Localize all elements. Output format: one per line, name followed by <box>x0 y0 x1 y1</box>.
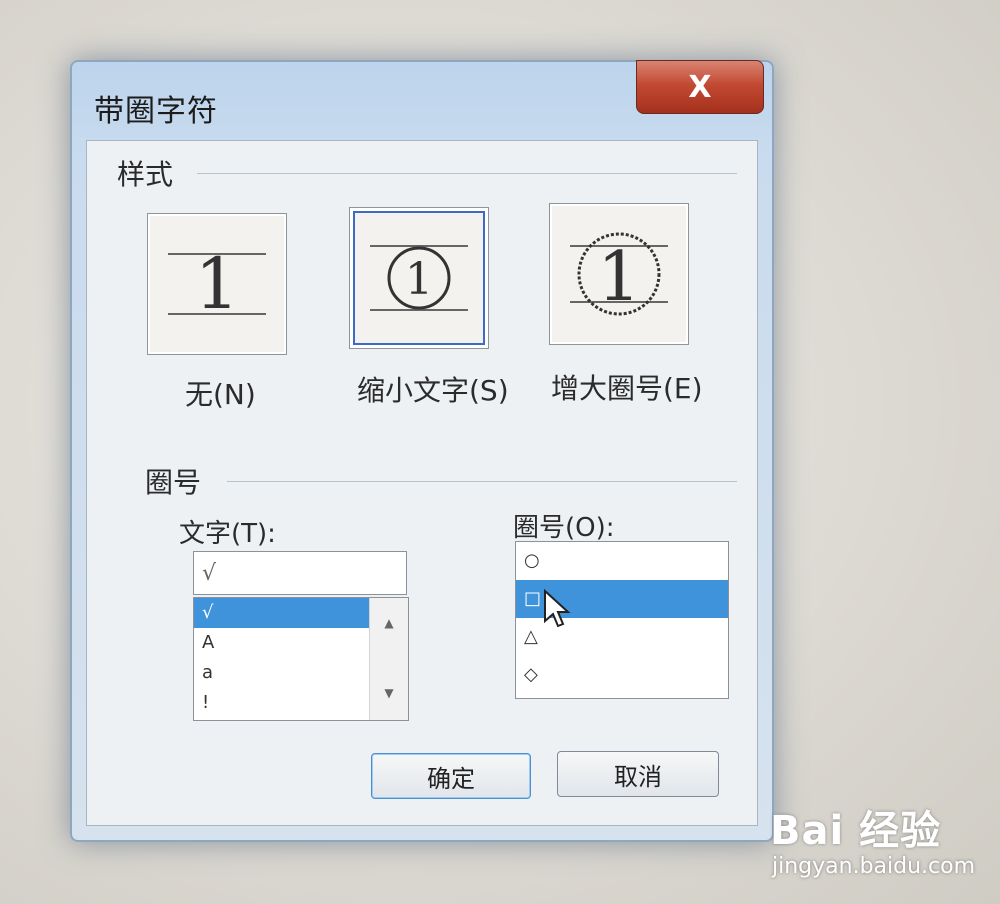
style-separator <box>197 173 737 174</box>
mouse-pointer-icon <box>544 589 571 628</box>
watermark-logo: Bai 经验 <box>770 808 942 854</box>
style-enlarge-preview-char: 1 <box>597 238 640 317</box>
style-option-enlarge-circle[interactable]: 1 <box>549 203 689 345</box>
text-list-scrollbar[interactable]: ▲ ▼ <box>369 598 408 720</box>
style-option-shrink-text-label: 缩小文字(S) <box>357 374 509 407</box>
style-shrink-preview-char: 1 <box>405 254 433 305</box>
text-listbox[interactable]: √ A a ! ▲ ▼ <box>193 597 409 721</box>
enclosure-section-label: 圈号 <box>145 466 202 499</box>
style-option-shrink-text[interactable]: 1 <box>349 207 489 349</box>
style-option-none[interactable]: 1 <box>147 213 287 355</box>
baidu-jingyan-watermark: Bai 经验 jingyan.baidu.com <box>770 798 990 893</box>
list-item[interactable]: ◇ <box>516 656 728 694</box>
style-none-preview-char: 1 <box>195 243 240 325</box>
cancel-button[interactable]: 取消 <box>557 751 719 797</box>
dialog-title: 带圈字符 <box>94 94 218 129</box>
style-section-label: 样式 <box>117 158 174 191</box>
ok-button[interactable]: 确定 <box>371 753 531 799</box>
style-option-enlarge-circle-label: 增大圈号(E) <box>551 372 703 405</box>
close-button[interactable]: X <box>636 60 764 114</box>
enclosed-characters-dialog: 带圈字符 X 样式 1 无(N) 1 缩小文字(S) 1 增大圈号(E) 圈号 … <box>70 60 774 842</box>
style-shrink-preview-icon: 1 <box>370 245 468 311</box>
enclosure-separator <box>227 481 737 482</box>
style-option-none-label: 无(N) <box>185 378 256 411</box>
text-input[interactable]: √ <box>193 551 407 595</box>
shape-field-label: 圈号(O): <box>513 513 615 543</box>
scroll-up-icon[interactable]: ▲ <box>370 616 408 640</box>
text-field-label: 文字(T): <box>179 519 276 549</box>
watermark-url: jingyan.baidu.com <box>772 854 976 879</box>
list-item[interactable]: √ <box>194 598 370 628</box>
style-enlarge-preview-icon: 1 <box>570 232 668 317</box>
scroll-down-icon[interactable]: ▼ <box>370 686 408 710</box>
close-icon: X <box>688 69 712 105</box>
dialog-client-area: 样式 1 无(N) 1 缩小文字(S) 1 增大圈号(E) 圈号 文字(T): … <box>86 140 758 826</box>
list-item[interactable]: ○ <box>516 542 728 580</box>
style-none-preview-icon: 1 <box>168 243 266 325</box>
